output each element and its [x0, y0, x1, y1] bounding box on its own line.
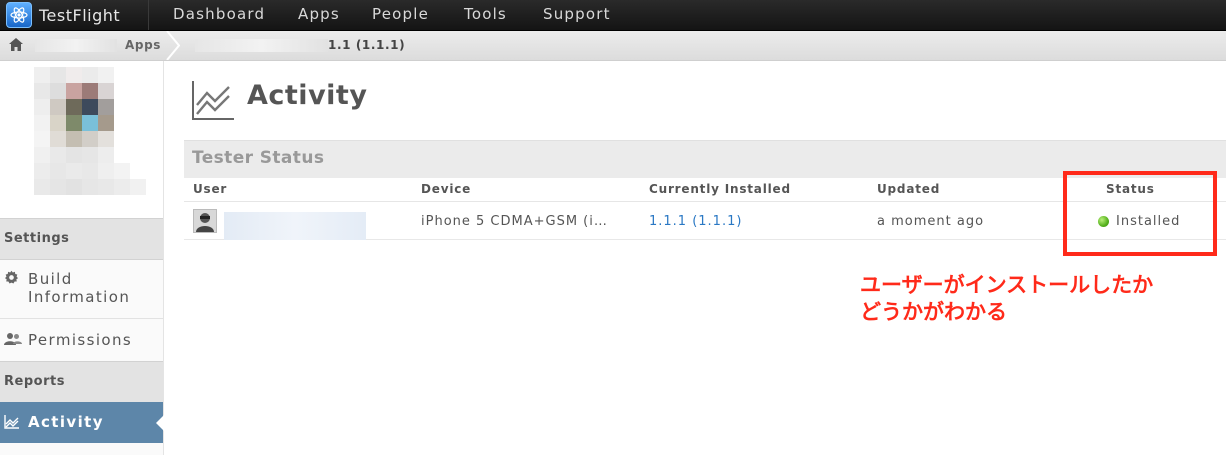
- column-header-device[interactable]: Device: [421, 182, 471, 196]
- sidebar-item-activity[interactable]: Activity: [0, 402, 164, 443]
- breadcrumb-build: 1.1 (1.1.1): [328, 38, 406, 52]
- settings-heading: Settings: [0, 218, 163, 260]
- brand[interactable]: TestFlight: [0, 0, 148, 30]
- active-indicator: [156, 415, 164, 431]
- reports-heading: Reports: [0, 361, 163, 403]
- build-information-label-2: Information: [28, 288, 131, 306]
- users-icon: [4, 332, 22, 350]
- device-cell: iPhone 5 CDMA+GSM (i…: [421, 214, 608, 229]
- tester-status-title: Tester Status: [192, 148, 325, 168]
- column-header-updated[interactable]: Updated: [877, 182, 940, 196]
- activity-label: Activity: [28, 413, 104, 431]
- breadcrumb-apps[interactable]: Apps: [125, 38, 161, 52]
- activity-chart-icon: [4, 415, 19, 433]
- column-header-user[interactable]: User: [193, 182, 227, 196]
- nav-dashboard[interactable]: Dashboard: [173, 0, 265, 30]
- top-navbar: TestFlight Dashboard Apps People Tools S…: [0, 0, 1226, 31]
- permissions-label: Permissions: [28, 331, 133, 349]
- nav-people[interactable]: People: [372, 0, 429, 30]
- nav-divider: [148, 0, 149, 30]
- blurred-app-name[interactable]: [195, 39, 328, 52]
- blurred-user-name[interactable]: [224, 212, 366, 240]
- nav-apps[interactable]: Apps: [298, 0, 340, 30]
- nav-tools[interactable]: Tools: [464, 0, 507, 30]
- build-information-label-1: Build: [28, 270, 73, 288]
- blurred-team-name[interactable]: [35, 39, 117, 52]
- breadcrumb-separator-icon: [166, 31, 180, 60]
- brand-name: TestFlight: [39, 5, 121, 25]
- page-title: Activity: [247, 80, 368, 111]
- user-avatar: [193, 209, 217, 233]
- sidebar-item-build-information[interactable]: Build Information: [0, 260, 163, 319]
- updated-cell: a moment ago: [877, 214, 985, 229]
- installed-version-link[interactable]: 1.1.1 (1.1.1): [649, 214, 742, 229]
- activity-chart-icon: [191, 81, 235, 125]
- nav-support[interactable]: Support: [543, 0, 611, 30]
- home-icon[interactable]: [8, 37, 24, 56]
- gear-icon: [4, 270, 19, 289]
- annotation-highlight-box: [1063, 171, 1217, 256]
- sidebar-item-permissions[interactable]: Permissions: [0, 320, 163, 362]
- annotation-text: ユーザーがインストールしたか どうかがわかる: [860, 273, 1154, 324]
- column-header-currently-installed[interactable]: Currently Installed: [649, 182, 791, 196]
- app-icon: [0, 61, 163, 218]
- breadcrumb: Apps 1.1 (1.1.1): [0, 31, 1226, 61]
- testflight-logo-icon: [6, 2, 32, 28]
- sidebar: Settings Build Information Permissions R…: [0, 61, 164, 455]
